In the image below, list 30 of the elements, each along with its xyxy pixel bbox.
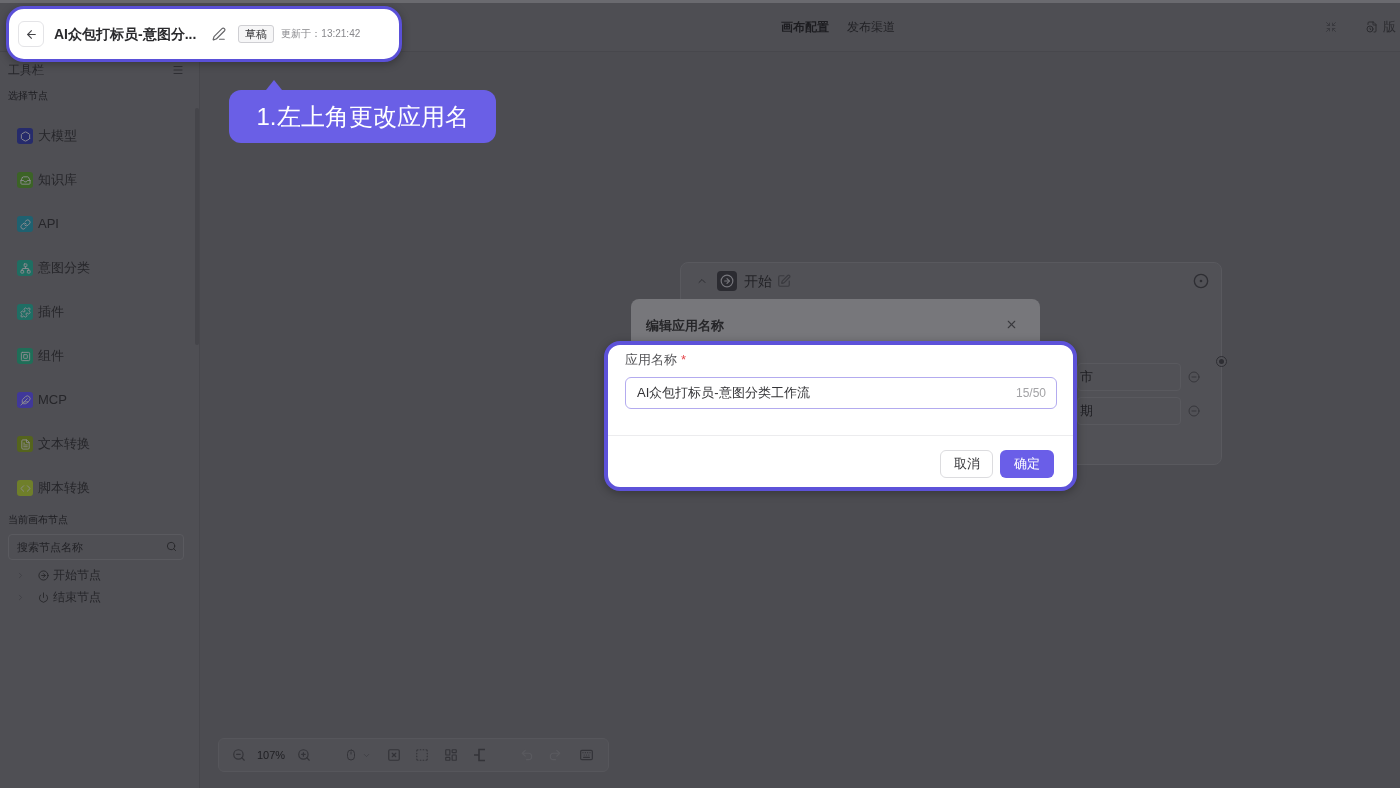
app-title: AI众包打标员-意图分... (54, 25, 197, 43)
callout-pointer (266, 80, 282, 90)
power-icon (38, 591, 49, 603)
ring-icon[interactable] (1193, 273, 1209, 289)
updated-time: 更新于：13:21:42 (281, 28, 361, 40)
arrow-circle-icon (38, 569, 49, 581)
handle-dot[interactable] (1216, 356, 1227, 367)
close-icon[interactable] (1005, 318, 1018, 331)
status-badge: 草稿 (238, 25, 275, 43)
pencil-icon[interactable] (212, 27, 227, 41)
search-icon (166, 541, 177, 552)
field-label: 应用名称 * (625, 352, 687, 368)
bracket-icon[interactable] (473, 748, 488, 762)
cancel-button[interactable]: 取消 (940, 450, 993, 478)
file-clock-icon (1366, 21, 1378, 33)
mouse-icon[interactable] (345, 748, 358, 762)
confirm-button[interactable]: 确定 (1000, 450, 1054, 478)
callout-bubble: 1.左上角更改应用名 (229, 90, 496, 143)
arrow-left-icon (24, 27, 38, 41)
layout-icon[interactable] (444, 748, 459, 762)
zoom-in-icon[interactable] (297, 748, 312, 762)
dashed-square-icon[interactable] (415, 748, 430, 762)
x-square-icon[interactable] (387, 748, 402, 762)
zoom-out-icon[interactable] (232, 748, 246, 762)
keyboard-icon[interactable] (579, 748, 595, 762)
menu-icon[interactable] (172, 64, 184, 76)
back-button[interactable] (18, 21, 44, 47)
dialog-title: 编辑应用名称 (646, 318, 724, 334)
character-counter: 15/50 (1015, 385, 1046, 401)
arrow-circle-icon (717, 271, 737, 291)
